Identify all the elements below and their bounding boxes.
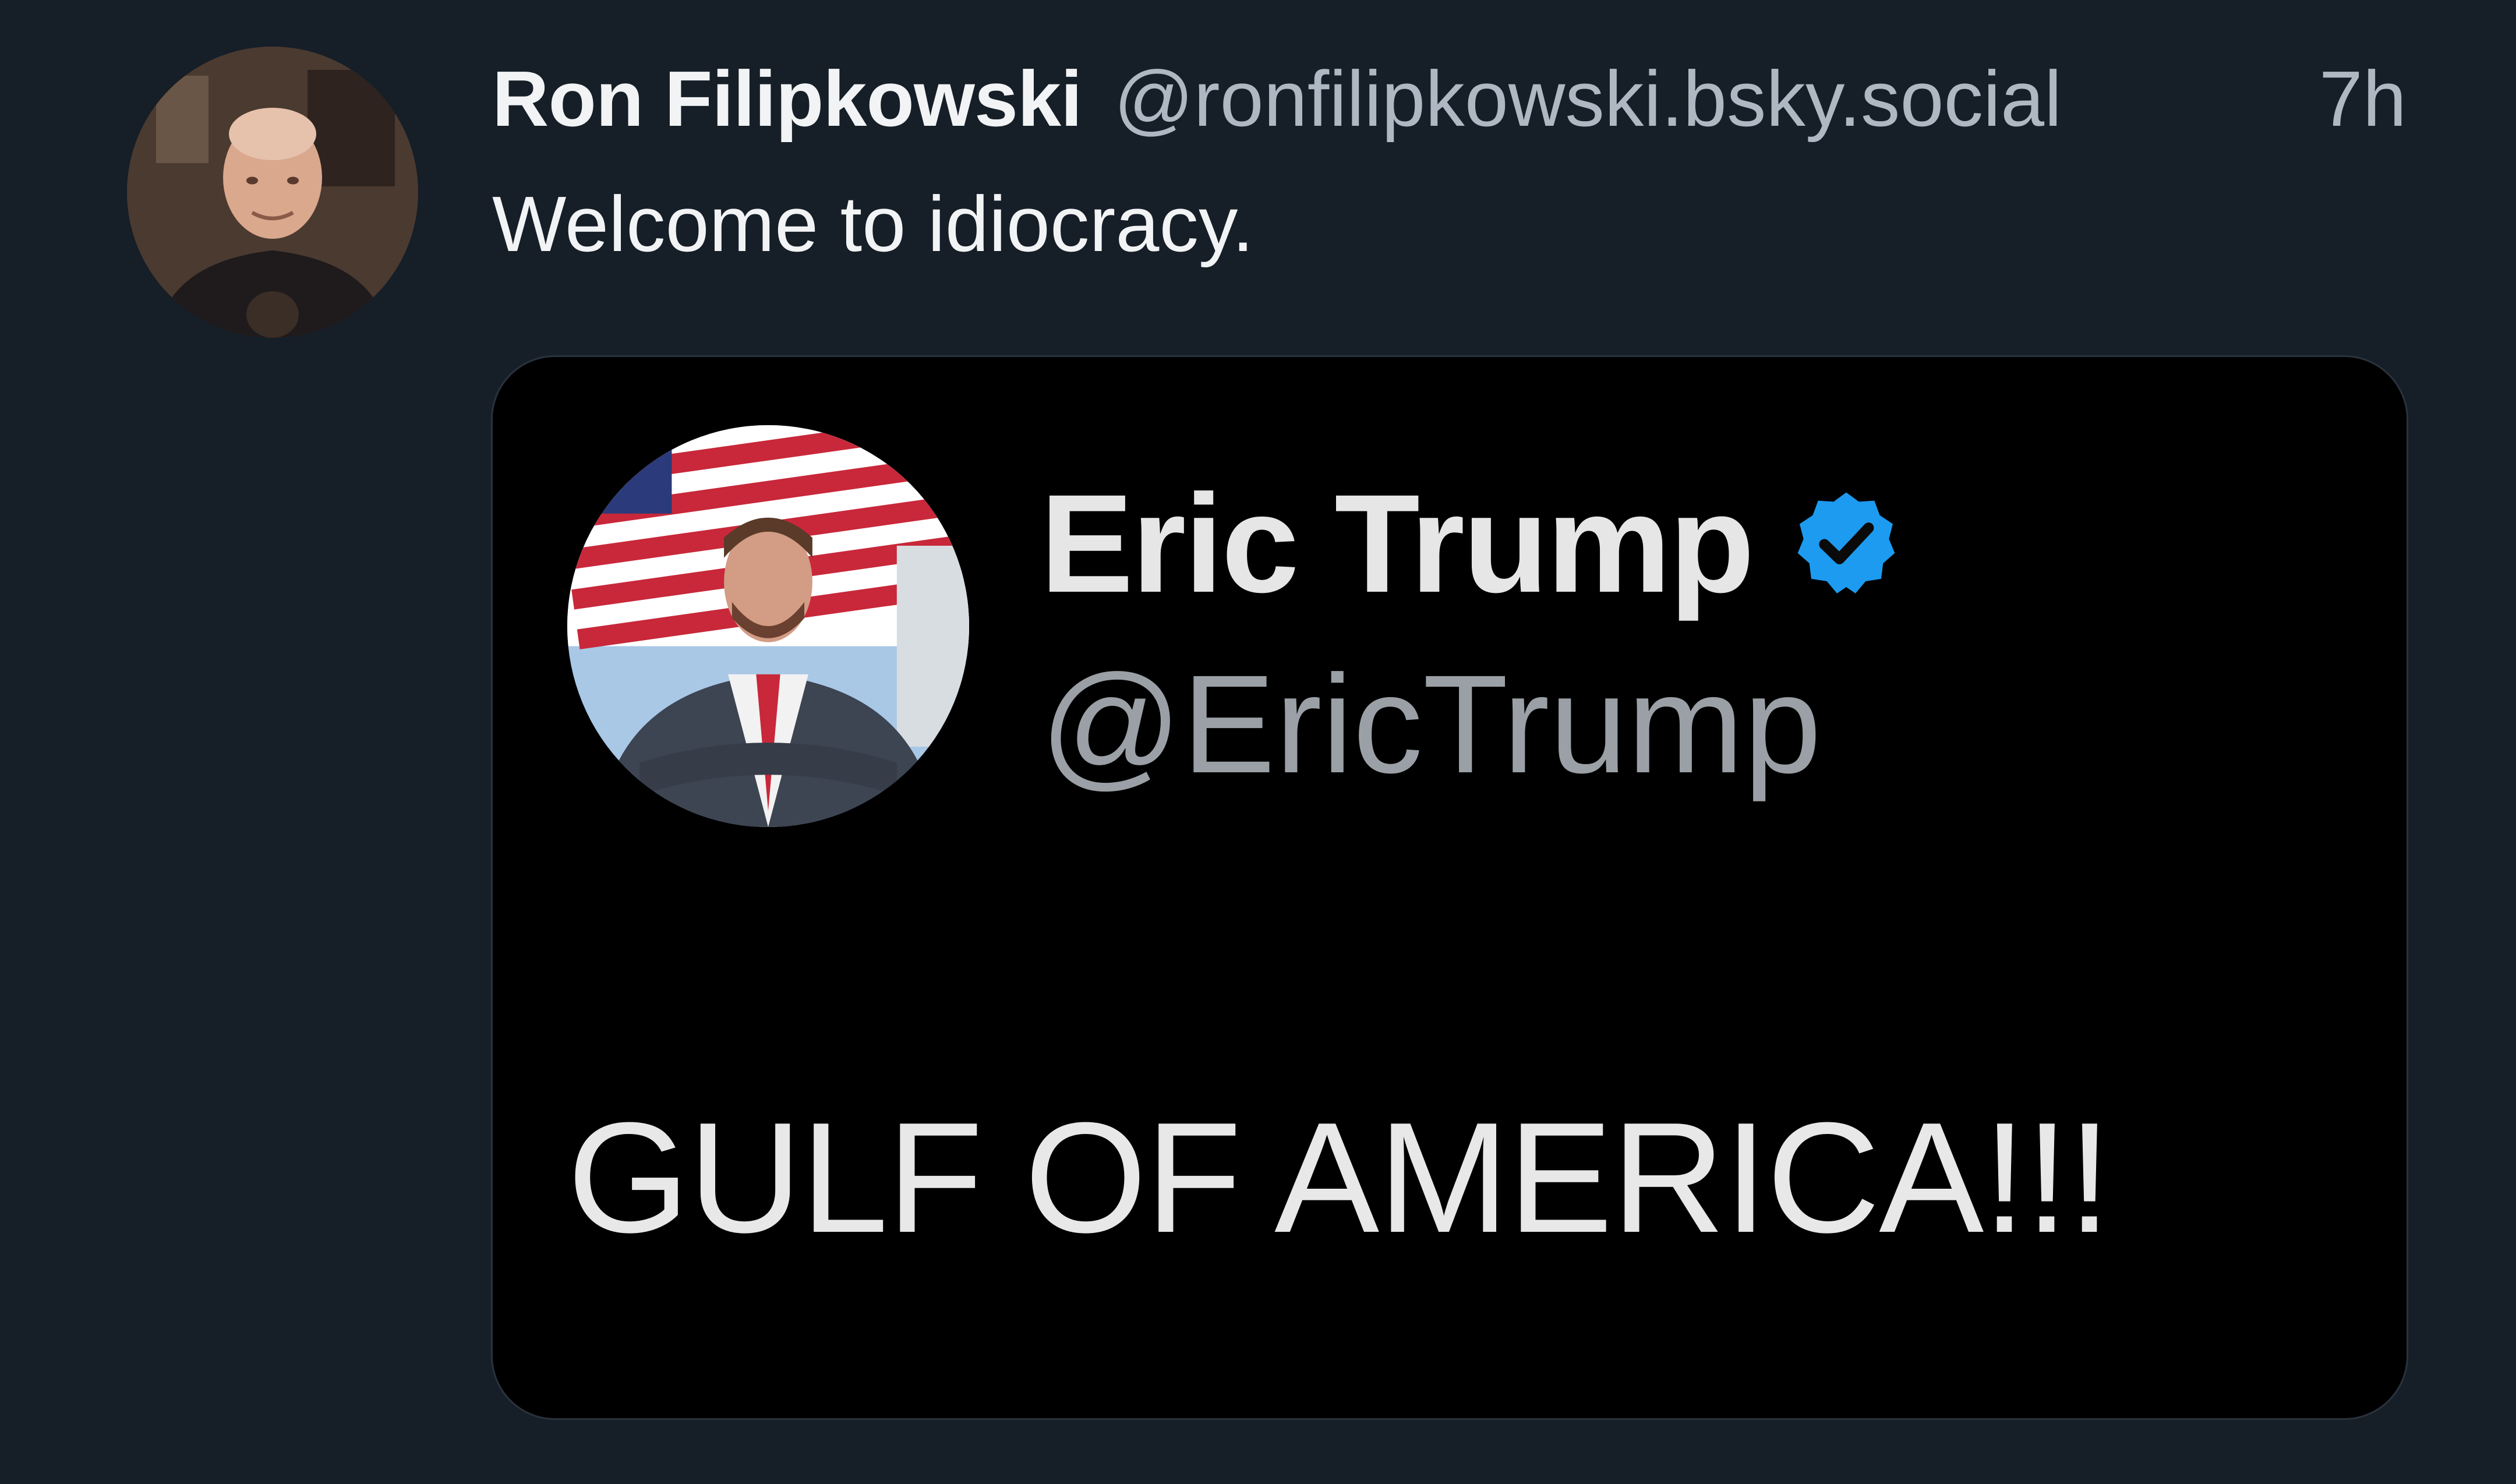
embedded-post-text: GULF OF AMERICA!!! bbox=[567, 1090, 2111, 1266]
author-avatar[interactable] bbox=[127, 47, 418, 338]
author-handle[interactable]: @ronfilipkowski.bsky.social bbox=[1114, 55, 2062, 143]
author-display-name[interactable]: Ron Filipkowski bbox=[492, 55, 1083, 143]
embedded-image[interactable]: Eric Trump @EricTrump GULF OF AMERICA!!! bbox=[491, 355, 2408, 1420]
embedded-author-name: Eric Trump bbox=[1040, 465, 1755, 621]
embedded-author-row: Eric Trump bbox=[1040, 468, 1904, 619]
post-text: Welcome to idiocracy. bbox=[492, 180, 1254, 268]
embedded-author-avatar bbox=[567, 425, 969, 827]
post: Ron Filipkowski @ronfilipkowski.bsky.soc… bbox=[0, 0, 2516, 1484]
author-avatar-image bbox=[127, 47, 418, 338]
post-header: Ron Filipkowski @ronfilipkowski.bsky.soc… bbox=[492, 55, 2062, 143]
embedded-author-avatar-image bbox=[567, 425, 969, 827]
embedded-author-handle: @EricTrump bbox=[1040, 646, 1822, 802]
verified-badge-icon bbox=[1797, 492, 1895, 593]
post-timestamp[interactable]: 7h bbox=[2319, 55, 2407, 143]
